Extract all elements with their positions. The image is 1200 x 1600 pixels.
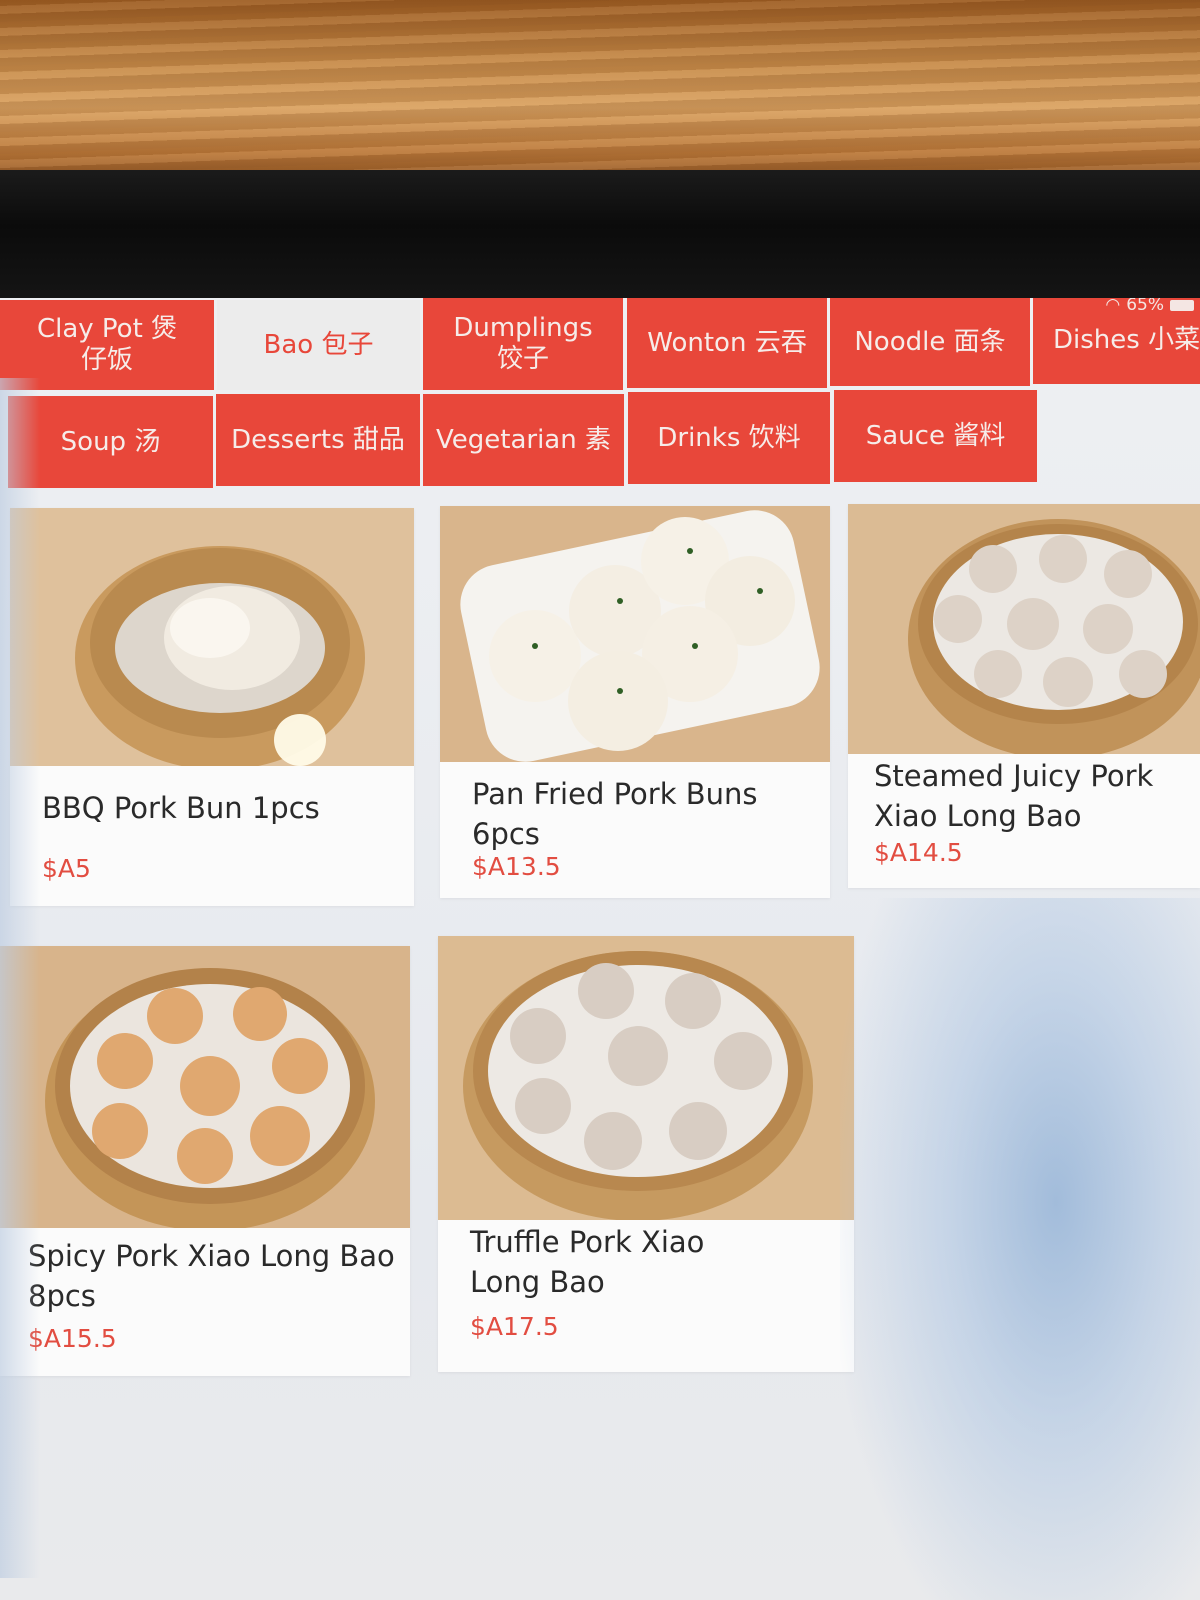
product-price: $A15.5: [28, 1324, 117, 1353]
wooden-table-background: [0, 0, 1200, 180]
product-price: $A14.5: [874, 838, 963, 867]
product-price: $A13.5: [472, 852, 561, 881]
tab-sauce[interactable]: Sauce 酱料: [834, 390, 1037, 482]
product-name: BBQ Pork Bun 1pcs: [42, 791, 320, 825]
product-card-spicy-pork-xlb[interactable]: Spicy Pork Xiao Long Bao 8pcs $A15.5: [0, 946, 410, 1376]
tab-label: Sauce 酱料: [865, 420, 1006, 451]
product-name: Truffle Pork Xiao Long Bao: [470, 1225, 705, 1299]
tab-label: Dishes 小菜: [1053, 324, 1200, 355]
tab-dumplings[interactable]: Dumplings 饺子: [423, 298, 623, 390]
product-image: [440, 506, 830, 762]
product-image: [0, 946, 410, 1228]
status-bar: ◠ 65%: [1029, 298, 1200, 316]
tab-drinks[interactable]: Drinks 饮料: [628, 392, 830, 484]
tab-bao[interactable]: Bao 包子: [217, 300, 420, 390]
product-name: Steamed Juicy Pork Xiao Long Bao: [874, 759, 1154, 833]
tab-label: Desserts 甜品: [231, 424, 405, 455]
product-name: Spicy Pork Xiao Long Bao 8pcs: [28, 1239, 395, 1313]
wifi-icon: ◠: [1105, 298, 1121, 315]
tab-desserts[interactable]: Desserts 甜品: [216, 394, 420, 486]
tab-dishes[interactable]: Dishes 小菜 ◠ 65%: [1033, 298, 1200, 384]
product-card-bbq-pork-bun[interactable]: BBQ Pork Bun 1pcs $A5: [10, 508, 414, 906]
tablet-bezel: [0, 170, 1200, 310]
tablet-screen: Clay Pot 煲 仔饭 Bao 包子 Dumplings 饺子 Wonton…: [0, 298, 1200, 1600]
tab-label: Dumplings 饺子: [453, 313, 593, 374]
product-card-truffle-pork-xlb[interactable]: Truffle Pork Xiao Long Bao $A17.5: [438, 936, 854, 1372]
product-name: Pan Fried Pork Buns 6pcs: [472, 777, 758, 851]
tab-soup[interactable]: Soup 汤: [8, 396, 213, 488]
tab-label: Bao 包子: [263, 329, 374, 360]
product-image: [10, 508, 414, 766]
tab-label: Wonton 云吞: [647, 327, 807, 358]
battery-icon: [1170, 299, 1194, 311]
tab-label: Drinks 饮料: [657, 422, 801, 453]
tab-label: Vegetarian 素: [436, 424, 611, 455]
tab-wonton[interactable]: Wonton 云吞: [627, 298, 827, 388]
screen-glare: [840, 898, 1200, 1600]
product-image: [438, 936, 854, 1220]
product-image: [848, 504, 1200, 754]
tab-noodle[interactable]: Noodle 面条: [830, 298, 1030, 386]
product-price: $A5: [42, 854, 91, 883]
battery-percent: 65%: [1126, 298, 1164, 315]
tab-vegetarian[interactable]: Vegetarian 素: [423, 394, 624, 486]
product-price: $A17.5: [470, 1312, 559, 1341]
tab-label: Soup 汤: [60, 426, 161, 457]
tab-clay-pot[interactable]: Clay Pot 煲 仔饭: [0, 300, 214, 390]
tab-label: Clay Pot 煲 仔饭: [36, 314, 178, 375]
product-card-steamed-juicy-pork-xlb[interactable]: Steamed Juicy Pork Xiao Long Bao $A14.5: [848, 504, 1200, 888]
tab-label: Noodle 面条: [854, 326, 1006, 357]
product-card-pan-fried-pork-buns[interactable]: Pan Fried Pork Buns 6pcs $A13.5: [440, 506, 830, 898]
